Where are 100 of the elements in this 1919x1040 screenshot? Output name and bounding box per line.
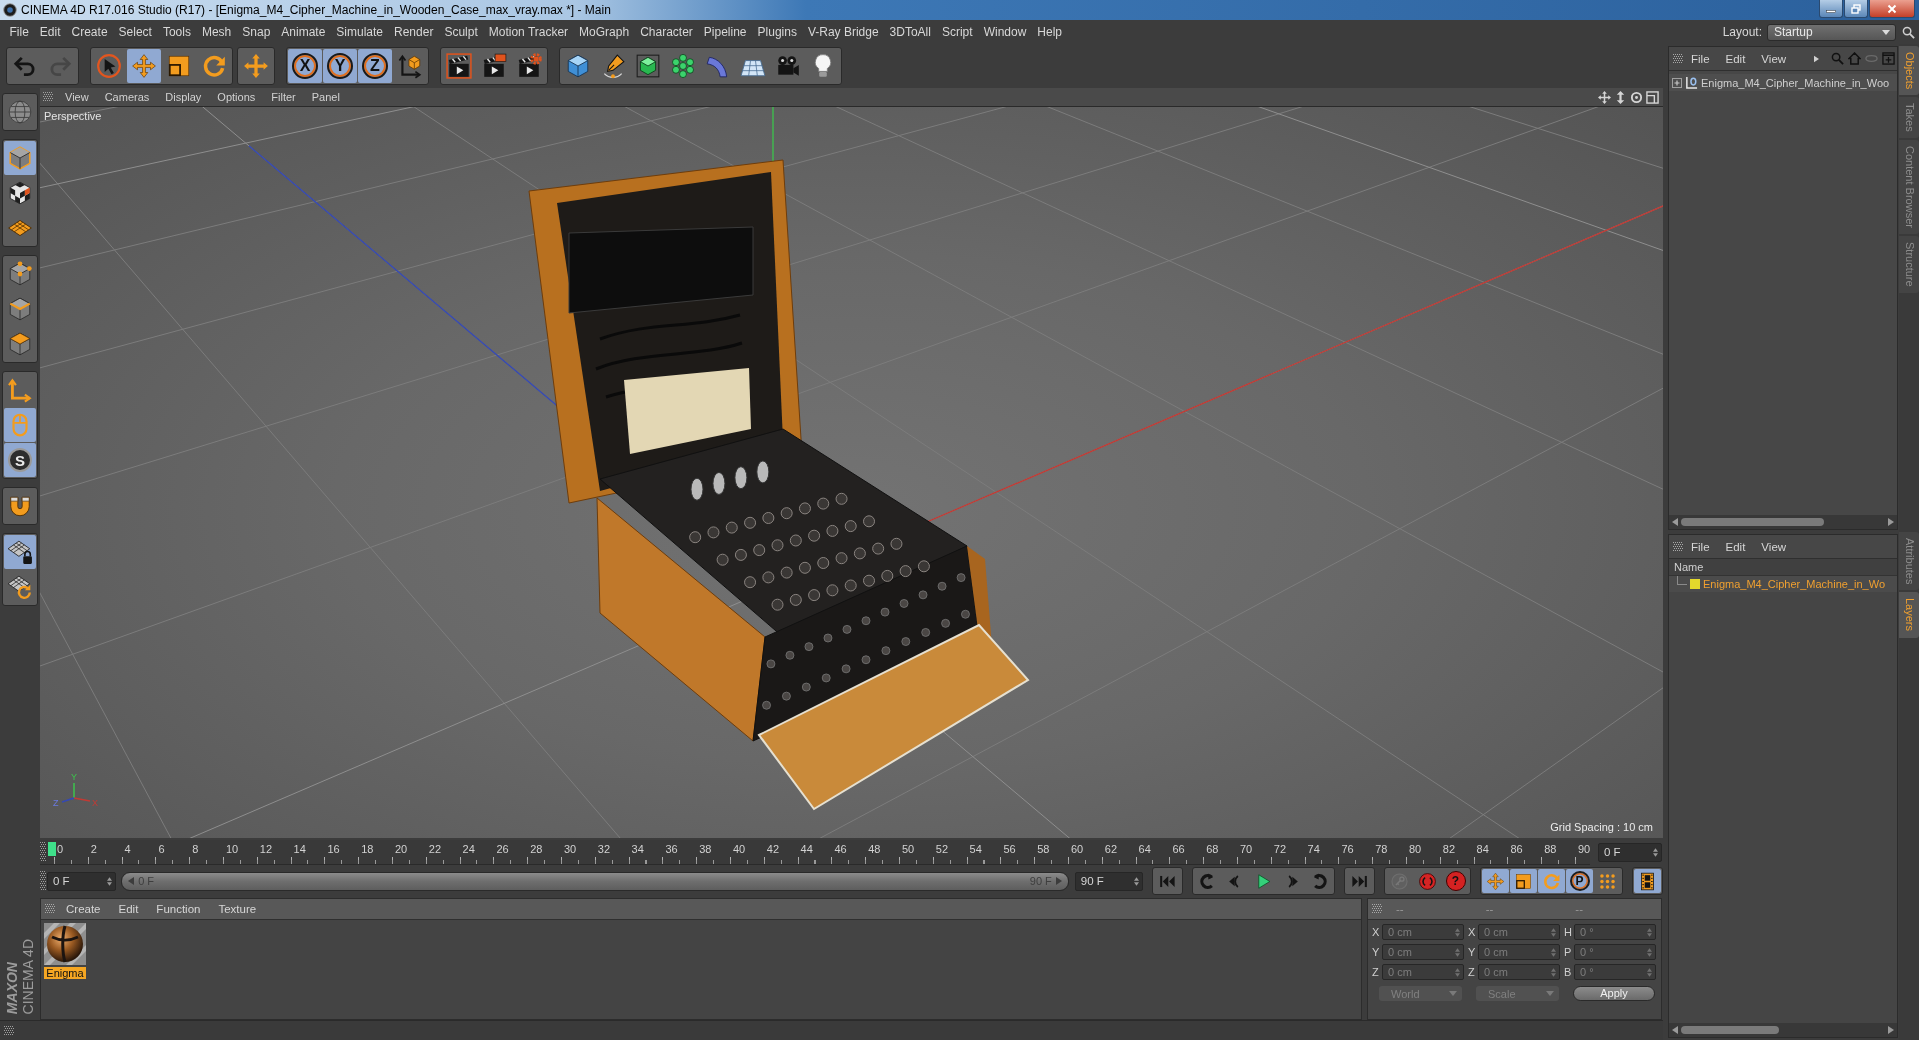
menu-item[interactable]: MoGraph [573,25,635,39]
menu-item[interactable]: V-Ray Bridge [802,25,885,39]
viewport[interactable]: Perspective Y Z X Grid Spacing : 10 cm [40,106,1663,838]
axis-lock-button[interactable]: X [288,49,322,83]
frame-number: 54 [969,842,982,855]
side-tab[interactable]: Objects [1899,46,1919,96]
scroll-left-icon[interactable] [1672,1026,1678,1034]
expand-icon[interactable] [1672,77,1682,88]
menu-item[interactable]: View [1753,52,1795,65]
menu-item[interactable]: Filter [263,91,304,103]
axis-gizmo-icon [61,782,91,803]
minimize-button[interactable] [1819,0,1843,18]
clapperboard-icon [481,53,507,79]
object-row[interactable]: Enigma_M4_Cipher_Machine_in_Woo [1669,74,1897,91]
menu-item[interactable]: View [53,91,97,103]
playhead[interactable] [48,841,56,856]
scroll-right-icon[interactable] [1888,1026,1894,1034]
frame-number: 18 [361,842,374,855]
menu-item[interactable]: Pipeline [698,25,753,39]
axis-label: X [92,798,98,808]
vertical-arrows-icon[interactable] [1614,90,1627,104]
menu-item[interactable]: Mesh [196,25,237,39]
material-ball-icon[interactable] [44,923,86,965]
grip-icon [45,904,55,914]
axis-label: Y [71,772,77,782]
menu-item[interactable]: File [1683,52,1718,65]
menu-item[interactable]: Sculpt [438,25,484,39]
menu-item[interactable]: Options [209,91,264,103]
grid-lock-button[interactable] [4,535,36,569]
menu-item[interactable]: Function [147,903,210,915]
frame-number: 64 [1138,842,1151,855]
menu-item[interactable]: Simulate [330,25,389,39]
menu-item[interactable]: Plugins [752,25,803,39]
spinner-icon [1134,876,1139,886]
caret-icon[interactable] [1814,54,1819,63]
scale-key-button[interactable] [1510,869,1537,893]
menu-item[interactable]: Motion Tracker [483,25,574,39]
frame-number: 22 [428,842,442,855]
menu-item[interactable]: Edit [1717,52,1754,65]
menu-item[interactable]: Edit [109,903,148,915]
clapperboard-icon [446,53,472,79]
close-icon [1887,3,1897,14]
key-icon [1390,871,1409,891]
menu-item[interactable]: Edit [34,25,67,39]
scrollbar-thumb[interactable] [1681,1026,1779,1034]
horizontal-scrollbar[interactable] [1669,515,1897,529]
menu-item[interactable]: Tools [157,25,197,39]
menu-item[interactable]: Script [936,25,979,39]
move-icon [1486,871,1505,891]
grid-lock-icon [7,539,33,565]
menu-item[interactable]: Help [1031,25,1068,39]
start-frame-field[interactable]: 0 F [47,871,117,891]
frame-number: 40 [733,842,746,855]
close-button[interactable] [1869,0,1915,18]
menu-item[interactable]: Display [157,91,210,103]
apply-button[interactable]: Apply [1573,986,1655,1001]
current-frame-field[interactable]: 0 F [1598,842,1662,862]
menu-item[interactable]: Render [388,25,439,39]
menu-item[interactable]: Window [978,25,1032,39]
end-frame-field[interactable]: 90 F [1074,871,1143,891]
layout-dropdown[interactable]: Startup [1767,23,1896,41]
rotate-view-icon[interactable] [1630,90,1643,104]
menu-item[interactable]: Select [113,25,158,39]
four-way-arrow-icon[interactable] [1598,90,1611,104]
parameter-key-button[interactable]: P [1566,869,1593,893]
scrollbar-thumb[interactable] [1681,518,1824,526]
grip-icon [40,871,46,891]
scroll-right-icon[interactable] [1888,518,1894,526]
frame-number: 56 [1003,842,1016,855]
camera-label: Perspective [44,110,102,122]
material-name[interactable]: Enigma [44,967,86,979]
layer-row[interactable]: Enigma_M4_Cipher_Machine_in_Wo [1669,576,1897,592]
menu-item[interactable]: Edit [1717,540,1754,553]
maximize-view-icon[interactable] [1646,90,1659,104]
menu-item[interactable]: Texture [209,903,266,915]
side-tab[interactable]: Layers [1899,592,1919,638]
maximize-button[interactable] [1844,0,1868,18]
grip-icon [4,1025,14,1036]
axis-label: Y [1468,946,1477,958]
menu-item[interactable]: Create [57,903,110,915]
menu-item[interactable]: Create [66,25,114,39]
timeline-ruler[interactable]: 0 2 4 6 8 10 12 14 16 18 20 22 24 26 28 30 32 34 36 38 40 42 44 46 48 50 52 54 56 58 60 62 64 66 68 70 72 74 76 78 80 82 84 86 88 90 [40,839,1590,865]
menu-item[interactable]: Character [634,25,699,39]
scroll-left-icon[interactable] [1672,518,1678,526]
menu-item[interactable]: Cameras [96,91,158,103]
menu-item[interactable]: Snap [236,25,276,39]
menu-item[interactable]: 3DToAll [884,25,937,39]
frame-number: 16 [327,842,340,855]
rotate-icon [201,53,227,79]
menu-item[interactable]: View [1753,540,1795,553]
search-icon[interactable] [1902,25,1915,39]
axis-lock-button[interactable]: Y [323,49,357,83]
axis-label: Z [53,798,59,808]
menu-item[interactable]: File [4,25,35,39]
menu-item[interactable]: File [1683,540,1718,553]
menu-item[interactable]: Animate [275,25,331,39]
menu-item[interactable]: Panel [303,91,348,103]
axis-lock-button[interactable]: Z [358,49,392,83]
horizontal-scrollbar[interactable] [1669,1023,1897,1037]
solo-button[interactable]: S [4,443,36,477]
